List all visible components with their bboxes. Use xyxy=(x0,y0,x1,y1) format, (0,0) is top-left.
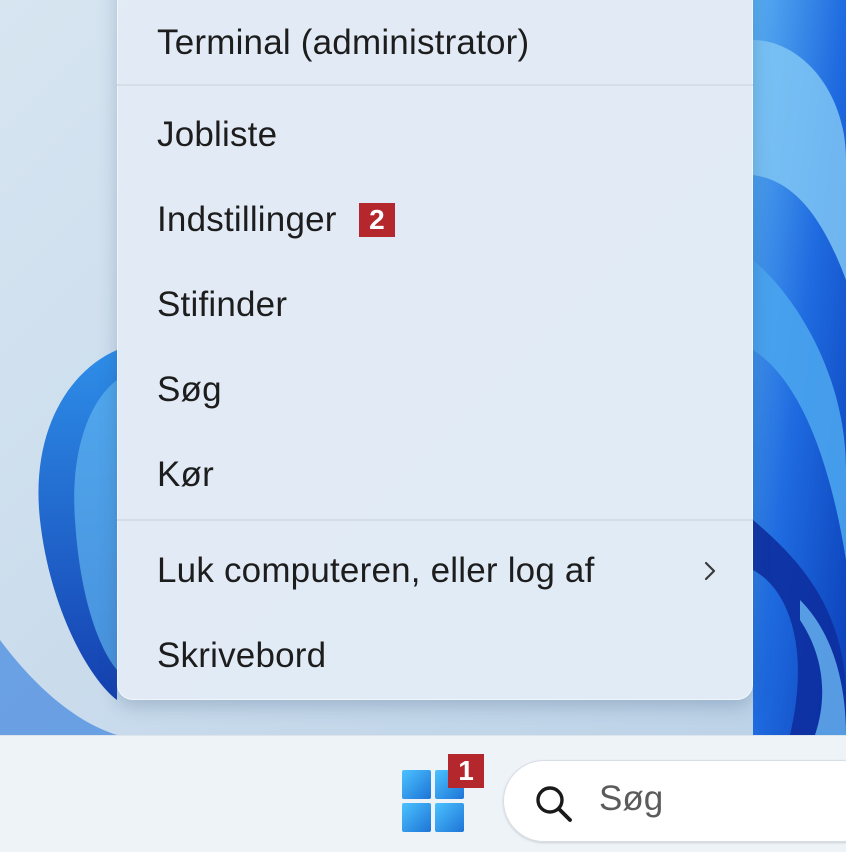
winx-context-menu: Terminal (administrator) Jobliste Indsti… xyxy=(117,0,753,700)
menu-item-label: Skrivebord xyxy=(157,636,327,675)
menu-item-search[interactable]: Søg xyxy=(157,360,723,420)
menu-item-label: Kør xyxy=(157,455,214,494)
step-badge-2: 2 xyxy=(359,203,395,237)
taskbar-search-box[interactable]: Søg xyxy=(503,760,846,842)
menu-item-label: Stifinder xyxy=(157,285,288,324)
menu-divider xyxy=(117,84,753,86)
menu-divider xyxy=(117,519,753,521)
menu-item-label: Terminal (administrator) xyxy=(157,23,530,62)
search-icon xyxy=(536,786,572,822)
menu-item-desktop[interactable]: Skrivebord xyxy=(157,626,723,686)
menu-item-label: Luk computeren, eller log af xyxy=(157,551,595,590)
menu-item-terminal-admin[interactable]: Terminal (administrator) xyxy=(157,13,723,73)
menu-item-task-manager[interactable]: Jobliste xyxy=(157,105,723,165)
menu-item-label: Indstillinger xyxy=(157,200,337,239)
menu-item-settings[interactable]: Indstillinger 2 xyxy=(157,190,723,250)
desktop: Terminal (administrator) Jobliste Indsti… xyxy=(0,0,846,852)
chevron-right-icon xyxy=(704,561,716,581)
search-placeholder: Søg xyxy=(599,779,664,818)
menu-item-file-explorer[interactable]: Stifinder xyxy=(157,275,723,335)
menu-item-shutdown-signout[interactable]: Luk computeren, eller log af xyxy=(157,541,723,601)
menu-item-run[interactable]: Kør xyxy=(157,445,723,505)
menu-item-label: Jobliste xyxy=(157,115,278,154)
step-badge-1: 1 xyxy=(448,754,484,788)
menu-item-label: Søg xyxy=(157,370,222,409)
taskbar: 1 Søg xyxy=(0,735,846,852)
